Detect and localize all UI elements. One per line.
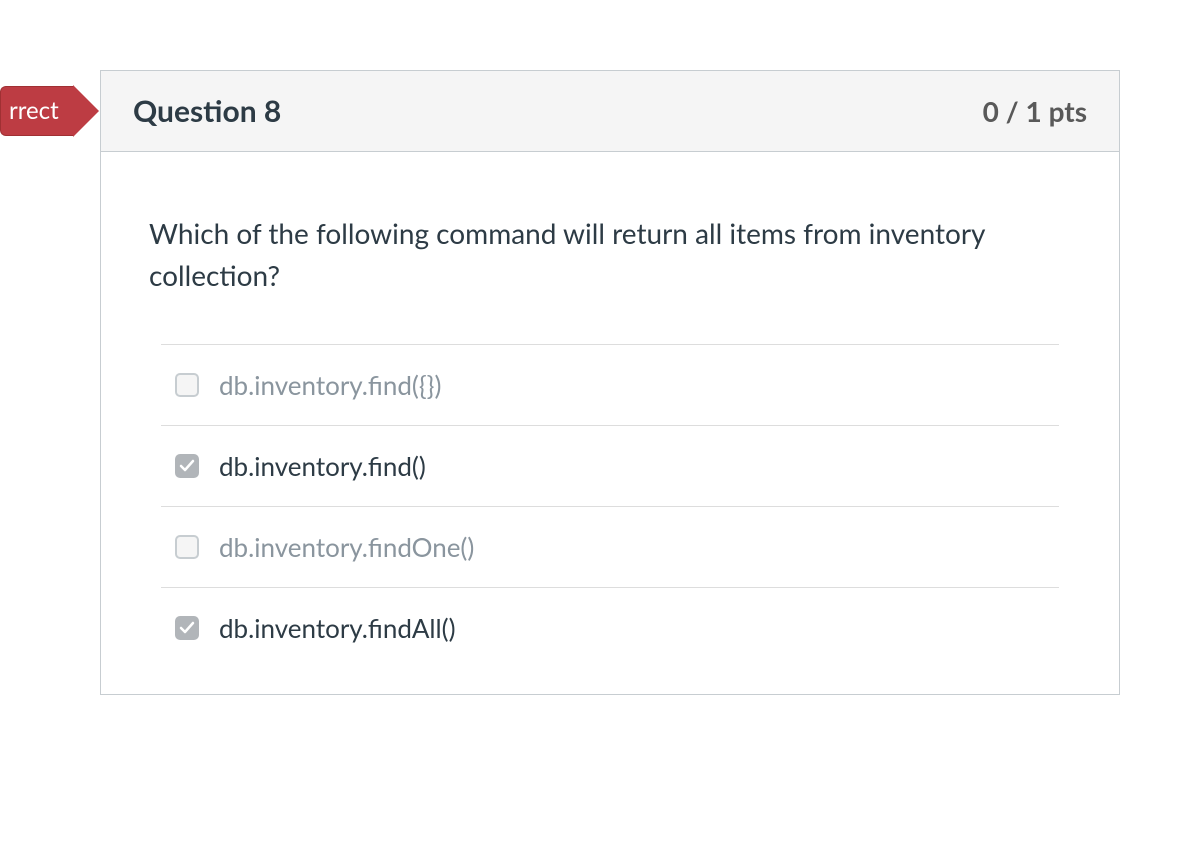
checkbox-icon[interactable] (175, 535, 199, 559)
checkbox-icon[interactable] (175, 616, 199, 640)
options-list: db.inventory.find({}) db.inventory.find(… (161, 344, 1059, 654)
question-title: Question 8 (133, 93, 281, 129)
status-flag-label: rrect (0, 86, 73, 136)
checkbox-icon[interactable] (175, 454, 199, 478)
option-label: db.inventory.findOne() (219, 531, 474, 563)
option-label: db.inventory.find({}) (219, 369, 441, 401)
question-points: 0 / 1 pts (983, 94, 1087, 128)
question-card: Question 8 0 / 1 pts Which of the follow… (100, 70, 1120, 695)
option-row[interactable]: db.inventory.findOne() (161, 506, 1059, 587)
question-text: Which of the following command will retu… (149, 212, 1071, 296)
option-row[interactable]: db.inventory.findAll() (161, 587, 1059, 654)
option-label: db.inventory.find() (219, 450, 426, 482)
option-label: db.inventory.findAll() (219, 612, 456, 644)
option-row[interactable]: db.inventory.find() (161, 425, 1059, 506)
checkbox-icon[interactable] (175, 373, 199, 397)
page-root: rrect Question 8 0 / 1 pts Which of the … (0, 0, 1196, 850)
check-icon (179, 458, 195, 474)
option-row[interactable]: db.inventory.find({}) (161, 344, 1059, 425)
check-icon (179, 620, 195, 636)
question-header: Question 8 0 / 1 pts (101, 71, 1119, 152)
status-flag: rrect (0, 85, 99, 137)
flag-arrow-icon (73, 85, 99, 137)
question-body: Which of the following command will retu… (101, 152, 1119, 694)
